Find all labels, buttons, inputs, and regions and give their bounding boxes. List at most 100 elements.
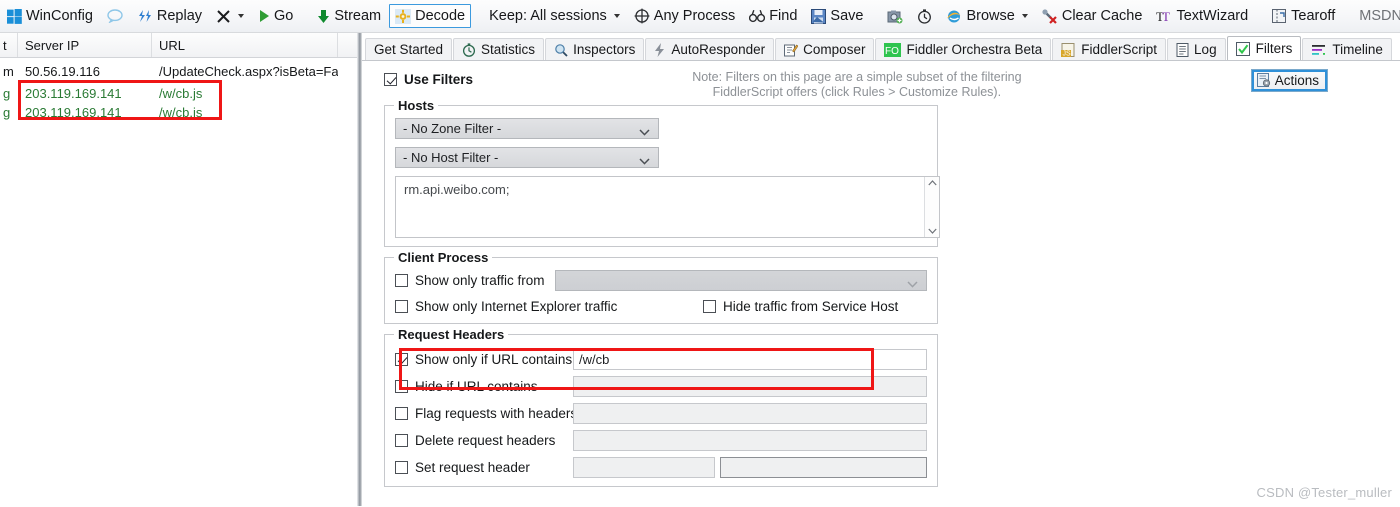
delete-request-headers-label-wrap[interactable]: Delete request headers [395,433,573,448]
tab-label: Statistics [481,42,536,57]
row-server-ip: 50.56.19.116 [25,64,100,79]
browse-dropdown-caret-icon[interactable] [1021,14,1028,18]
tab-log[interactable]: Log [1167,38,1226,60]
hosts-group-title: Hosts [394,98,439,113]
column-header-server-ip[interactable]: Server IP [18,33,152,57]
row-server-ip: 203.119.169.141 [25,105,122,120]
stream-button[interactable]: Stream [311,4,387,28]
scroll-up-icon[interactable] [927,180,937,186]
delete-request-headers-input[interactable] [573,430,927,451]
show-only-ie-row[interactable]: Show only Internet Explorer traffic [395,299,703,314]
msdn-search-field[interactable]: MSDN Search... [1353,4,1400,28]
decode-button[interactable]: Decode [389,4,472,28]
table-row[interactable]: g 203.119.169.141 /w/cb.js [0,103,357,122]
show-only-traffic-from-row[interactable]: Show only traffic from [395,273,555,288]
flag-requests-with-headers-label-wrap[interactable]: Flag requests with headers [395,406,577,421]
show-only-if-url-contains-checkbox[interactable] [395,353,408,366]
flag-requests-with-headers-input[interactable] [573,403,927,424]
remove-dropdown-caret-icon[interactable] [238,14,245,18]
tearoff-button[interactable]: Tearoff [1266,4,1341,28]
main-toolbar: WinConfig Replay Go Stream Decode Keep: … [0,0,1400,33]
row-url: /w/cb.js [159,105,203,120]
msdn-search-label: MSDN Search... [1359,7,1400,24]
save-button[interactable]: Save [805,4,869,28]
tab-inspectors[interactable]: Inspectors [545,38,645,60]
scroll-down-icon[interactable] [927,228,937,234]
request-headers-group-title: Request Headers [394,327,509,342]
flag-requests-with-headers-checkbox[interactable] [395,407,408,420]
textwizard-button[interactable]: TT TextWizard [1150,4,1254,28]
tab-autoresponder[interactable]: AutoResponder [645,38,775,60]
js-icon: JS [1061,42,1076,57]
set-request-header-value-input[interactable] [720,457,927,478]
svg-text:JS: JS [1063,50,1072,56]
keep-sessions-dropdown[interactable]: Keep: All sessions [483,4,626,28]
tab-timeline[interactable]: Timeline [1302,38,1392,60]
keep-dropdown-caret-icon[interactable] [613,14,620,18]
hide-if-url-contains-input[interactable] [573,376,927,397]
hide-if-url-contains-checkbox[interactable] [395,380,408,393]
actions-button[interactable]: Actions [1250,69,1328,92]
tab-composer[interactable]: Composer [775,38,875,60]
use-filters-checkbox-row[interactable]: Use Filters [384,69,473,87]
sessions-header-row: t Server IP URL [0,33,357,58]
screenshot-button[interactable] [881,4,909,28]
set-request-header-row: Set request header [395,457,927,478]
find-button[interactable]: Find [743,4,803,28]
any-process-button[interactable]: Any Process [628,4,741,28]
any-process-label: Any Process [653,7,736,24]
tab-label: Log [1194,42,1217,57]
timer-button[interactable] [911,4,938,28]
show-only-if-url-contains-input[interactable]: /w/cb [573,349,927,370]
show-only-traffic-from-checkbox[interactable] [395,274,408,287]
speech-bubble-icon [107,9,123,23]
flag-requests-with-headers-row: Flag requests with headers [395,403,927,424]
go-button[interactable]: Go [252,4,299,28]
host-list-textarea[interactable]: rm.api.weibo.com; [395,176,940,238]
client-process-rows: Show only traffic from Show only Interne… [395,270,927,314]
set-request-header-label-wrap[interactable]: Set request header [395,460,573,475]
client-process-dropdown[interactable] [555,270,927,291]
replay-button[interactable]: Replay [131,4,208,28]
comment-button[interactable] [101,4,129,28]
tearoff-label: Tearoff [1291,7,1336,24]
show-only-if-url-contains-label-wrap[interactable]: Show only if URL contains [395,352,573,367]
table-row[interactable]: g 203.119.169.141 /w/cb.js [0,84,357,103]
column-header-type[interactable]: t [0,33,18,57]
tab-get-started[interactable]: Get Started [365,38,453,60]
host-filter-dropdown[interactable]: - No Host Filter - [395,147,659,168]
stream-label: Stream [334,7,382,24]
hide-if-url-contains-label: Hide if URL contains [415,379,538,394]
host-list-scrollbar[interactable] [924,177,939,237]
set-request-header-checkbox[interactable] [395,461,408,474]
tab-strip: Get Started Statistics Inspectors AutoRe… [362,33,1400,61]
tab-statistics[interactable]: Statistics [453,38,545,60]
hide-if-url-contains-label-wrap[interactable]: Hide if URL contains [395,379,573,394]
sessions-panel: t Server IP URL m 50.56.19.116 /UpdateCh… [0,33,358,506]
show-only-ie-label: Show only Internet Explorer traffic [415,299,618,314]
set-request-header-name-input[interactable] [573,457,716,478]
hide-service-host-row[interactable]: Hide traffic from Service Host [703,299,898,314]
tab-label: Composer [803,42,866,57]
tab-label: Get Started [374,42,444,57]
replay-icon [137,9,153,24]
flag-requests-with-headers-label: Flag requests with headers [415,406,578,421]
column-header-extra[interactable] [338,33,357,57]
tab-filters[interactable]: Filters [1226,36,1302,60]
zone-filter-dropdown[interactable]: - No Zone Filter - [395,118,659,139]
show-only-ie-checkbox[interactable] [395,300,408,313]
table-row[interactable]: m 50.56.19.116 /UpdateCheck.aspx?isBeta=… [0,62,357,81]
column-header-url[interactable]: URL [152,33,338,57]
remove-button[interactable] [210,4,250,28]
tab-fiddlerscript[interactable]: JS FiddlerScript [1052,38,1167,60]
delete-request-headers-checkbox[interactable] [395,434,408,447]
browse-button[interactable]: Browse [940,4,1033,28]
hide-service-host-checkbox[interactable] [703,300,716,313]
text-wizard-icon: TT [1156,9,1172,24]
clear-cache-button[interactable]: Clear Cache [1036,4,1149,28]
tab-fiddler-orchestra-beta[interactable]: FO Fiddler Orchestra Beta [875,38,1052,60]
filters-note-line1: Note: Filters on this page are a simple … [692,70,1022,84]
use-filters-checkbox[interactable] [384,73,397,86]
winconfig-button[interactable]: WinConfig [1,4,99,28]
browse-label: Browse [966,7,1015,24]
